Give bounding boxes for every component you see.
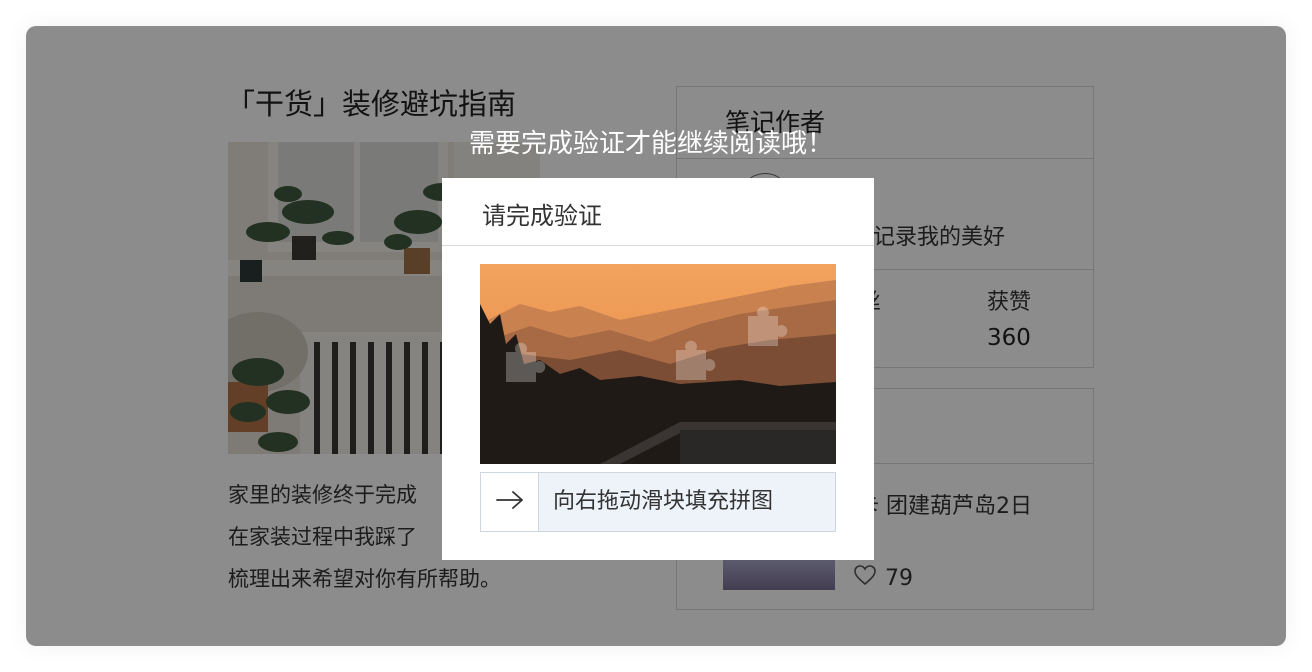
verification-prompt: 需要完成验证才能继续阅读哦！ xyxy=(468,129,833,159)
captcha-dialog-title: 请完成验证 xyxy=(442,178,874,246)
slider-handle[interactable] xyxy=(481,473,539,531)
arrow-right-icon xyxy=(495,489,525,515)
page-frame: 「干货」装修避坑指南 家里的装修终于完成 在家装过程中我踩了 梳理出来希望对你有… xyxy=(26,26,1286,646)
slider-instruction: 向右拖动滑块填充拼图 xyxy=(553,489,774,514)
captcha-slider-track[interactable]: 向右拖动滑块填充拼图 xyxy=(480,472,836,532)
sunset-mountains-image xyxy=(480,264,836,464)
captcha-puzzle-image xyxy=(480,264,836,464)
captcha-dialog: 请完成验证 向右拖动滑块填充拼图 xyxy=(442,178,874,560)
